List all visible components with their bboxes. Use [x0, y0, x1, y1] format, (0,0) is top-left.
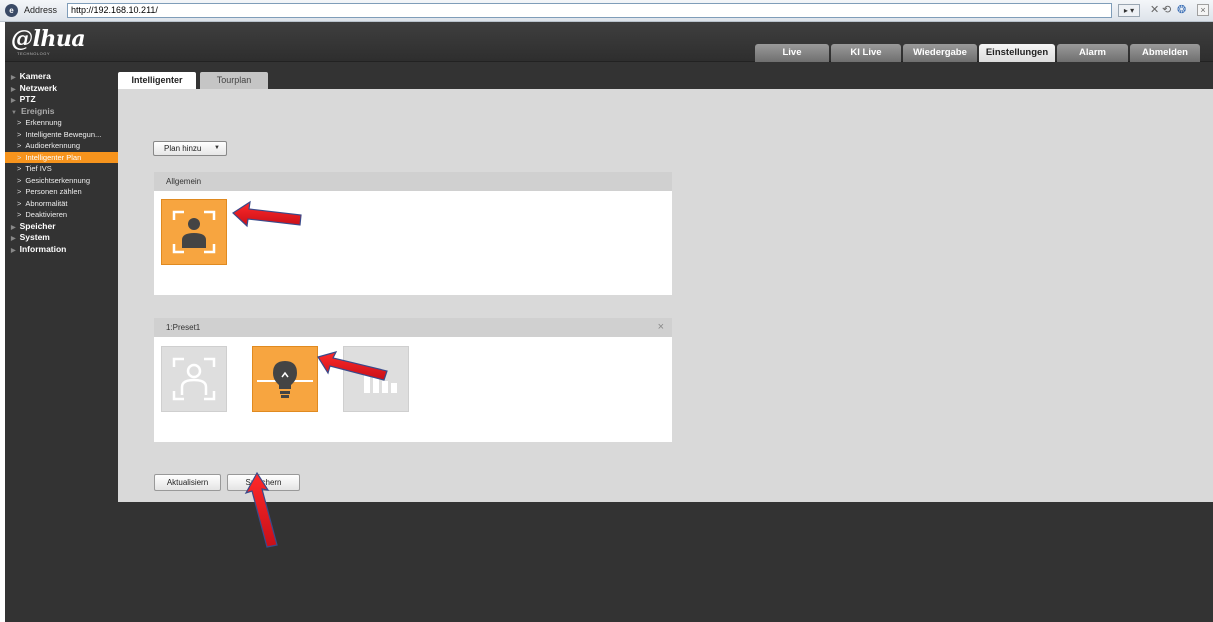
triangle-right-icon: ▶: [11, 236, 16, 242]
sidebar-item-label: Netzwerk: [19, 82, 57, 93]
sidebar-item-label: Deaktivieren: [25, 210, 68, 219]
statistics-tile-disabled[interactable]: [343, 346, 409, 412]
triangle-down-icon: ▼: [11, 109, 17, 116]
triangle-right-icon: ▶: [11, 224, 16, 231]
sidebar-item-label: Abnormalität: [25, 198, 68, 208]
chevron-down-icon: ▼: [214, 145, 220, 151]
plan-add-label: Plan hinzu: [164, 144, 202, 153]
sidebar-item-label: Intelligenter Plan: [25, 152, 82, 162]
sidebar-item-ptz[interactable]: ▶ PTZ: [5, 94, 118, 106]
sub-tabs: Intelligenter PlanTourplan: [118, 72, 272, 102]
browser-icon: e: [5, 4, 18, 17]
compatibility-icon[interactable]: ⟲: [1162, 3, 1171, 18]
preset-panel: 1:Preset1 ×: [154, 318, 672, 442]
browser-address-bar: e Address http://192.168.10.211/ ▸ ▾ ✕ ⟲…: [0, 0, 1213, 22]
tools-icon[interactable]: ✕: [1150, 3, 1159, 18]
sidebar-item-intelligenter-plan[interactable]: > Intelligenter Plan: [5, 151, 118, 163]
nav-tab-alarm[interactable]: Alarm: [1057, 44, 1128, 62]
sidebar-item-label: Intelligente Bewegun...: [25, 129, 102, 139]
nav-tab-wiedergabe[interactable]: Wiedergabe: [903, 44, 977, 62]
sidebar-item-deaktivieren[interactable]: > Deaktivieren: [5, 209, 118, 221]
sidebar: ▶ Kamera ▶ Netzwerk ▶ PTZ ▼ Ereignis > Erkennung >…: [5, 71, 118, 255]
chevron-right-icon: >: [17, 187, 22, 196]
sidebar-item-label: PTZ: [19, 94, 36, 104]
app-window: @lhua TECHNOLOGY Live KI Live Wiedergabe Ei…: [5, 22, 1213, 622]
nav-tab-ki-live[interactable]: KI Live: [831, 44, 901, 62]
face-detection-tile-disabled[interactable]: [161, 346, 227, 412]
sidebar-item-kamera[interactable]: ▶ Kamera: [5, 71, 118, 83]
face-detection-icon: [172, 357, 216, 401]
lightbulb-icon: [257, 361, 313, 398]
sidebar-item-label: Ereignis: [20, 105, 55, 116]
go-arrow-icon[interactable]: ▸ ▾: [1118, 4, 1140, 17]
sidebar-item-system[interactable]: ▶ System: [5, 232, 118, 244]
triangle-right-icon: ▶: [11, 86, 16, 93]
brand-logo: @lhua: [11, 26, 86, 52]
brand-logo-subtitle: TECHNOLOGY: [17, 51, 51, 56]
preset-panel-title-text: 1:Preset1: [166, 323, 201, 332]
sidebar-item-label: Audioerkennung: [25, 141, 81, 150]
save-button[interactable]: Speichern: [227, 474, 300, 491]
close-icon[interactable]: ×: [1197, 4, 1209, 16]
triangle-right-icon: ▶: [11, 247, 16, 254]
chevron-right-icon: >: [17, 129, 22, 139]
help-icon[interactable]: ❂: [1177, 3, 1186, 18]
sidebar-item-label: Information: [19, 243, 67, 254]
plan-add-dropdown[interactable]: Plan hinzu ▼: [153, 141, 227, 156]
sidebar-item-personen-zählen[interactable]: > Personen zählen: [5, 186, 118, 198]
idea-ivs-tile[interactable]: [252, 346, 318, 412]
address-label: Address: [24, 5, 58, 15]
sidebar-item-label: Speicher: [19, 220, 56, 231]
preset-panel-title: 1:Preset1 ×: [154, 318, 672, 337]
sidebar-item-label: Kamera: [19, 71, 51, 81]
address-input[interactable]: http://192.168.10.211/: [67, 3, 1112, 18]
main-nav-tabs: Live KI Live Wiedergabe Einstellungen Alarm A…: [755, 44, 1202, 62]
triangle-right-icon: ▶: [11, 98, 16, 104]
general-panel-title-text: Allgemein: [166, 177, 202, 186]
chevron-right-icon: >: [17, 152, 22, 162]
sidebar-item-label: System: [19, 232, 50, 242]
sidebar-item-erkennung[interactable]: > Erkennung: [5, 117, 118, 129]
chevron-right-icon: >: [17, 210, 22, 219]
triangle-right-icon: ▶: [11, 75, 16, 81]
sidebar-item-audioerkennung[interactable]: > Audioerkennung: [5, 140, 118, 152]
chevron-right-icon: >: [17, 118, 22, 127]
sidebar-item-information[interactable]: ▶ Information: [5, 244, 118, 256]
face-detection-icon: [172, 210, 216, 254]
chevron-right-icon: >: [17, 198, 22, 208]
face-detection-tile[interactable]: [161, 199, 227, 265]
chevron-right-icon: >: [17, 141, 22, 150]
subtab-tourplan[interactable]: Tourplan: [200, 72, 268, 89]
sidebar-item-label: Tief IVS: [25, 164, 52, 173]
sidebar-item-label: Gesichtserkennung: [25, 175, 91, 185]
nav-tab-live[interactable]: Live: [755, 44, 829, 62]
close-icon[interactable]: ×: [658, 318, 664, 337]
sidebar-item-gesichtserkennung[interactable]: > Gesichtserkennung: [5, 175, 118, 187]
general-panel-title: Allgemein: [154, 172, 672, 191]
refresh-button[interactable]: Aktualisiern: [154, 474, 221, 491]
sidebar-item-label: Personen zählen: [25, 187, 82, 196]
nav-tab-abmelden[interactable]: Abmelden: [1130, 44, 1200, 62]
chevron-right-icon: >: [17, 175, 22, 185]
sidebar-item-abnormalität[interactable]: > Abnormalität: [5, 198, 118, 210]
sidebar-item-speicher[interactable]: ▶ Speicher: [5, 221, 118, 233]
sidebar-item-netzwerk[interactable]: ▶ Netzwerk: [5, 83, 118, 95]
chevron-right-icon: >: [17, 164, 22, 173]
sidebar-item-ereignis[interactable]: ▼ Ereignis: [5, 106, 118, 118]
general-panel: Allgemein: [154, 172, 672, 295]
sidebar-item-tief-ivs[interactable]: > Tief IVS: [5, 163, 118, 175]
bar-chart-icon: [364, 369, 397, 393]
sidebar-item-intelligente-bewegun[interactable]: > Intelligente Bewegun...: [5, 129, 118, 141]
content-area: Plan hinzu ▼ Allgemein 1:Preset1 × Aktua…: [118, 89, 1213, 502]
nav-tab-einstellungen[interactable]: Einstellungen: [979, 44, 1055, 62]
sidebar-item-label: Erkennung: [25, 118, 62, 127]
subtab-intelligenter-plan[interactable]: Intelligenter Plan: [118, 72, 196, 102]
top-bar: @lhua TECHNOLOGY Live KI Live Wiedergabe Ei…: [5, 22, 1213, 62]
